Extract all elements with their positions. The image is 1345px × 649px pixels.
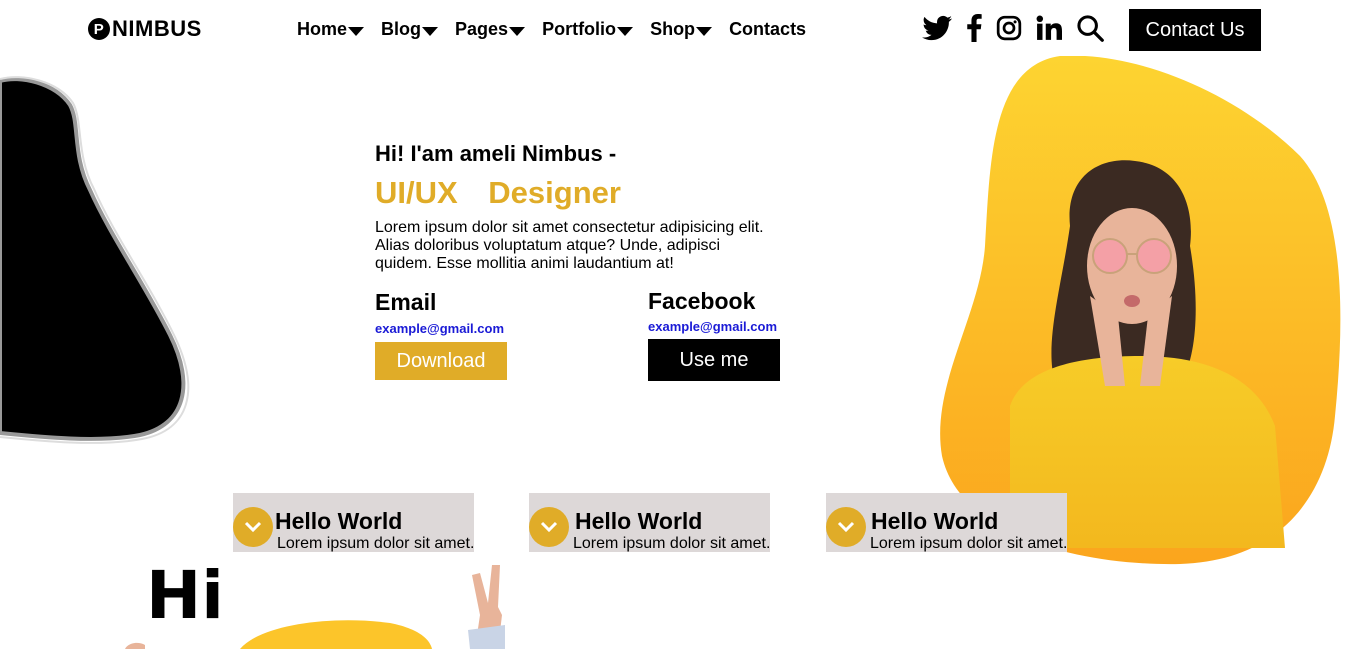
card-text: Lorem ipsum dolor sit amet. <box>870 535 1068 552</box>
brand-logo[interactable]: P NIMBUS <box>88 16 202 42</box>
card-title: Hello World <box>871 508 999 534</box>
hero-greeting: Hi! I'am ameli Nimbus - <box>375 141 617 166</box>
email-title: Email <box>375 289 437 315</box>
social-links <box>922 14 1104 42</box>
nav-item-home[interactable]: Home <box>297 19 365 40</box>
chevron-down-icon <box>529 507 569 547</box>
caret-down-icon <box>422 26 439 36</box>
caret-down-icon <box>696 26 713 36</box>
card-text: Lorem ipsum dolor sit amet. <box>277 535 475 552</box>
black-blob-decoration <box>0 76 190 444</box>
bottom-illustration-image <box>125 565 505 649</box>
chevron-down-icon <box>826 507 866 547</box>
main-nav: Home Blog Pages Portfolio Shop Contacts <box>297 19 823 40</box>
facebook-title: Facebook <box>648 288 756 314</box>
card-title: Hello World <box>575 508 703 534</box>
brand-name: NIMBUS <box>112 16 202 41</box>
nav-item-portfolio[interactable]: Portfolio <box>542 19 634 40</box>
caret-down-icon <box>348 26 365 36</box>
facebook-link[interactable]: example@gmail.com <box>648 319 777 334</box>
hero-portrait-image <box>940 56 1341 565</box>
search-icon[interactable] <box>1076 14 1104 42</box>
feature-card[interactable]: Hello World Lorem ipsum dolor sit amet. <box>529 493 770 552</box>
pinterest-icon: P <box>88 18 110 40</box>
nav-item-shop[interactable]: Shop <box>650 19 713 40</box>
nav-item-pages[interactable]: Pages <box>455 19 526 40</box>
nav-label: Shop <box>650 19 696 39</box>
nav-label: Contacts <box>729 19 807 39</box>
chevron-down-icon <box>233 507 273 547</box>
caret-down-icon <box>617 26 634 36</box>
feature-card[interactable]: Hello World Lorem ipsum dolor sit amet. <box>826 493 1067 552</box>
hero-description: Lorem ipsum dolor sit amet consectetur a… <box>375 219 764 272</box>
card-text: Lorem ipsum dolor sit amet. <box>573 535 771 552</box>
instagram-icon[interactable] <box>996 15 1022 41</box>
nav-label: Home <box>297 19 348 39</box>
nav-label: Pages <box>455 19 509 39</box>
linkedin-icon[interactable] <box>1036 15 1062 41</box>
nav-label: Blog <box>381 19 422 39</box>
hero-role: UI/UX Designer <box>375 175 621 210</box>
feature-card[interactable]: Hello World Lorem ipsum dolor sit amet. <box>233 493 474 552</box>
facebook-icon[interactable] <box>966 14 982 42</box>
caret-down-icon <box>509 26 526 36</box>
email-link[interactable]: example@gmail.com <box>375 321 504 336</box>
card-title: Hello World <box>275 508 403 534</box>
twitter-icon[interactable] <box>922 15 952 41</box>
download-button[interactable]: Download <box>375 342 507 380</box>
nav-label: Portfolio <box>542 19 617 39</box>
use-me-button[interactable]: Use me <box>648 339 780 381</box>
contact-us-button[interactable]: Contact Us <box>1129 9 1261 51</box>
nav-item-blog[interactable]: Blog <box>381 19 439 40</box>
nav-item-contacts[interactable]: Contacts <box>729 19 806 40</box>
